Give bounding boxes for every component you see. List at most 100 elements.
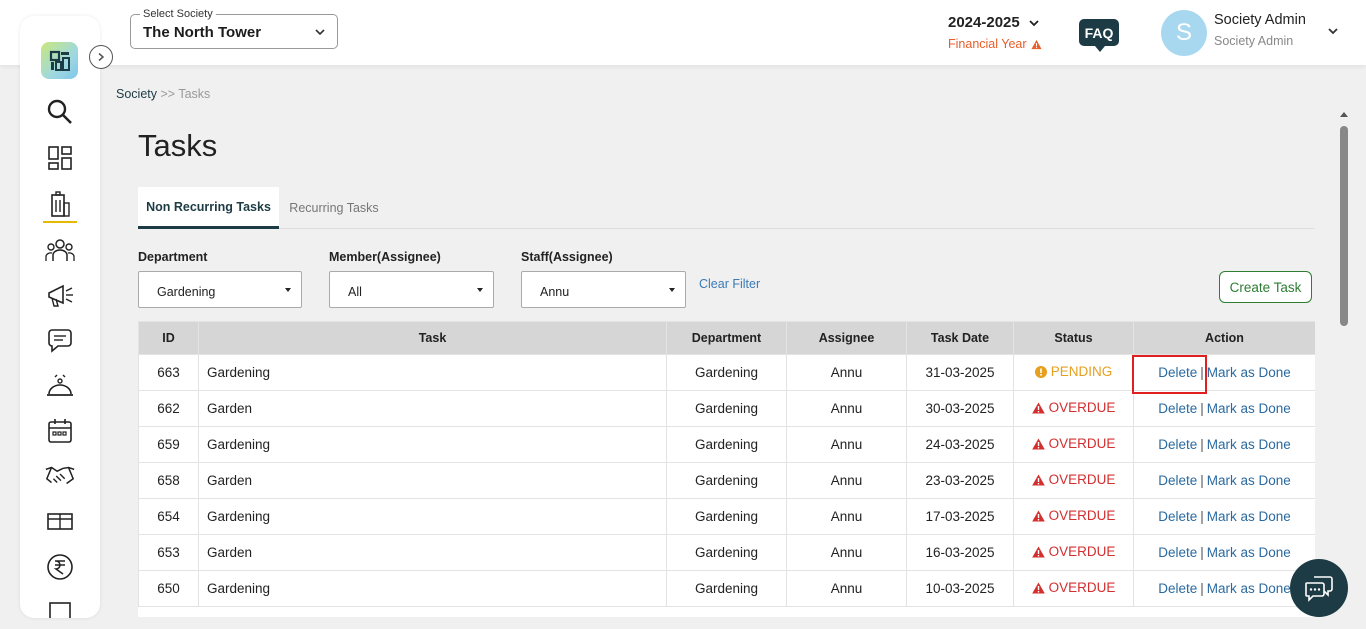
tasks-table-container: ID Task Department Assignee Task Date St… [138, 321, 1315, 617]
user-name: Society Admin [1214, 12, 1306, 28]
page-title: Tasks [138, 128, 218, 163]
app-logo[interactable] [41, 42, 78, 79]
action-separator: | [1200, 401, 1204, 416]
avatar[interactable]: S [1161, 10, 1207, 56]
delete-task-link[interactable]: Delete [1158, 545, 1197, 560]
cell-department: Gardening [666, 390, 787, 427]
cell-id: 662 [138, 390, 199, 427]
mark-as-done-link[interactable]: Mark as Done [1207, 509, 1291, 524]
column-header-status[interactable]: Status [1013, 321, 1134, 355]
warning-icon [1030, 39, 1042, 49]
support-chat-button[interactable] [1290, 559, 1348, 617]
mark-as-done-link[interactable]: Mark as Done [1207, 365, 1291, 380]
action-separator: | [1200, 545, 1204, 560]
cell-department: Gardening [666, 354, 787, 391]
delete-task-link[interactable]: Delete [1158, 401, 1197, 416]
table-row: 659 Gardening Gardening Annu 24-03-2025 OVERD… [138, 426, 1315, 463]
cell-assignee: Annu [786, 570, 907, 607]
cell-task-date: 24-03-2025 [906, 426, 1014, 463]
status-text: OVERDUE [1048, 436, 1116, 452]
service-icon[interactable] [44, 370, 76, 402]
chevron-down-icon [315, 29, 325, 36]
top-header: Select Society The North Tower 2024-2025… [0, 0, 1366, 65]
society-select-label: Select Society [140, 8, 216, 20]
status-text: OVERDUE [1048, 508, 1116, 524]
cell-id: 653 [138, 534, 199, 571]
delete-task-link[interactable]: Delete [1158, 437, 1197, 452]
handshake-icon[interactable] [44, 459, 76, 491]
mark-as-done-link[interactable]: Mark as Done [1207, 473, 1291, 488]
announcement-icon[interactable] [44, 279, 76, 311]
cell-department: Gardening [666, 498, 787, 535]
active-nav-indicator [43, 221, 77, 223]
mark-as-done-link[interactable]: Mark as Done [1207, 437, 1291, 452]
chat-support-icon [1305, 576, 1333, 602]
breadcrumb-society-link[interactable]: Society [116, 87, 157, 101]
staff-filter-select[interactable]: Annu [521, 271, 686, 308]
cell-action: Delete | Mark as Done [1133, 534, 1315, 571]
clear-filter-link[interactable]: Clear Filter [699, 277, 760, 291]
member-filter-label: Member(Assignee) [329, 250, 441, 264]
delete-task-link[interactable]: Delete [1158, 473, 1197, 488]
mark-as-done-link[interactable]: Mark as Done [1207, 401, 1291, 416]
building-icon[interactable] [44, 188, 76, 220]
tab-recurring-tasks[interactable]: Recurring Tasks [279, 187, 389, 229]
sidebar-toggle-button[interactable] [89, 45, 113, 69]
action-separator: | [1200, 473, 1204, 488]
member-filter-select[interactable]: All [329, 271, 494, 308]
scroll-up-arrow-icon[interactable] [1340, 112, 1348, 117]
financial-year-selector[interactable]: 2024-2025 Financial Year [948, 14, 1058, 51]
cell-task-date: 10-03-2025 [906, 570, 1014, 607]
page-scrollbar[interactable] [1339, 110, 1349, 617]
society-select[interactable]: Select Society The North Tower [130, 8, 338, 49]
create-task-button[interactable]: Create Task [1219, 271, 1312, 303]
cell-task: Gardening [198, 570, 667, 607]
financial-year-label: Financial Year [948, 37, 1027, 51]
cell-task-date: 16-03-2025 [906, 534, 1014, 571]
status-badge: PENDING [1034, 364, 1113, 380]
scrollbar-thumb[interactable] [1340, 126, 1348, 326]
tab-non-recurring-tasks[interactable]: Non Recurring Tasks [138, 187, 279, 229]
rupee-icon[interactable] [44, 551, 76, 583]
members-icon[interactable] [44, 234, 76, 266]
status-text: OVERDUE [1048, 544, 1116, 560]
faq-button[interactable]: FAQ [1079, 19, 1119, 52]
action-separator: | [1200, 437, 1204, 452]
column-header-id[interactable]: ID [138, 321, 199, 355]
table-row: 650 Gardening Gardening Annu 10-03-2025 OVERD… [138, 570, 1315, 607]
column-header-task-date[interactable]: Task Date [906, 321, 1014, 355]
cell-task-date: 17-03-2025 [906, 498, 1014, 535]
column-header-department[interactable]: Department [666, 321, 787, 355]
department-filter-select[interactable]: Gardening [138, 271, 302, 308]
cell-task-date: 23-03-2025 [906, 462, 1014, 499]
financial-year-value: 2024-2025 [948, 14, 1020, 31]
amenity-icon[interactable] [44, 505, 76, 537]
more-icon[interactable] [44, 596, 76, 618]
chat-icon[interactable] [44, 325, 76, 357]
delete-task-link[interactable]: Delete [1158, 509, 1197, 524]
cell-assignee: Annu [786, 534, 907, 571]
cell-assignee: Annu [786, 498, 907, 535]
column-header-task[interactable]: Task [198, 321, 667, 355]
pending-status-icon [1034, 365, 1047, 378]
column-header-assignee[interactable]: Assignee [786, 321, 907, 355]
dashboard-icon[interactable] [44, 142, 76, 174]
caret-down-icon [477, 288, 483, 292]
chevron-right-icon [98, 52, 105, 62]
mark-as-done-link[interactable]: Mark as Done [1207, 545, 1291, 560]
chevron-down-icon[interactable] [1326, 24, 1340, 38]
cell-action: Delete | Mark as Done [1133, 354, 1315, 391]
calendar-icon[interactable] [44, 415, 76, 447]
task-tabs: Non Recurring Tasks Recurring Tasks [138, 187, 1314, 229]
delete-task-link[interactable]: Delete [1158, 581, 1197, 596]
table-row: 654 Gardening Gardening Annu 17-03-2025 OVERD… [138, 498, 1315, 535]
mark-as-done-link[interactable]: Mark as Done [1207, 581, 1291, 596]
overdue-warning-icon [1031, 474, 1045, 486]
status-text: OVERDUE [1048, 400, 1116, 416]
cell-status: OVERDUE [1013, 534, 1134, 571]
status-text: OVERDUE [1048, 472, 1116, 488]
search-icon[interactable] [44, 96, 76, 128]
cell-task-date: 31-03-2025 [906, 354, 1014, 391]
status-text: PENDING [1050, 364, 1113, 380]
delete-task-link[interactable]: Delete [1158, 365, 1197, 380]
